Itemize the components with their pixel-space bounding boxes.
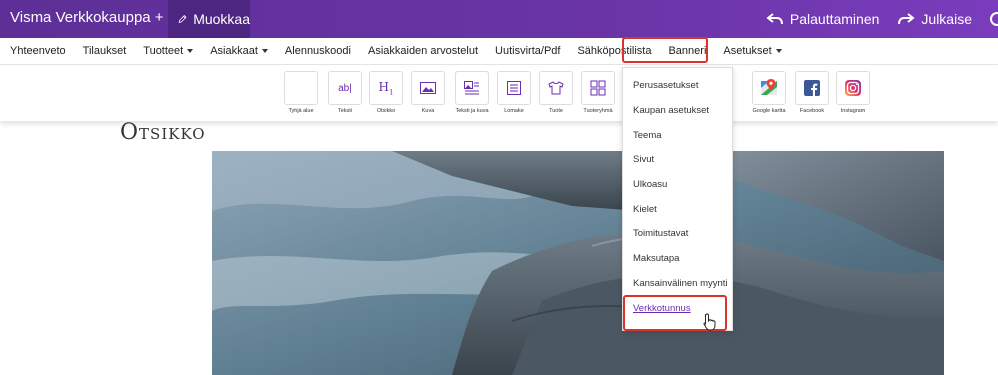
menu-item-sivut[interactable]: Sivut — [633, 154, 654, 165]
active-nav-highlight — [622, 37, 708, 63]
store-selector[interactable]: Visma Verkkokauppa + — [10, 9, 180, 26]
restore-button[interactable]: Palauttaminen — [766, 11, 880, 27]
top-actions: Palauttaminen Julkaise — [766, 0, 998, 38]
caret-down-icon — [187, 49, 194, 53]
image-icon — [411, 71, 445, 105]
edit-label: Muokkaa — [193, 11, 250, 27]
nav-item-label: Tilaukset — [82, 45, 127, 57]
tool-facebook[interactable]: Facebook — [795, 71, 829, 114]
empty-area-icon — [284, 71, 318, 105]
tool-instagram[interactable]: Instagram — [836, 71, 870, 114]
product-icon — [539, 71, 573, 105]
hero-image[interactable] — [212, 151, 944, 375]
tool-text-and-image[interactable]: Teksti ja kuva — [455, 71, 489, 114]
facebook-icon — [795, 71, 829, 105]
publish-button[interactable]: Julkaise — [897, 11, 972, 27]
menu-item-verkkotunnus[interactable]: Verkkotunnus — [633, 303, 691, 314]
store-title: Visma Verkkokauppa + — [10, 9, 164, 26]
heading-icon: H1 — [369, 71, 403, 105]
tool-label: Tyhjä alue — [288, 108, 314, 114]
nav-item-label: Tuotteet — [143, 45, 184, 57]
menu-item-toimitustavat[interactable]: Toimitustavat — [633, 228, 688, 239]
help-icon[interactable] — [990, 12, 998, 26]
nav-item-tilaukset[interactable]: Tilaukset — [83, 45, 127, 57]
tool-text[interactable]: ab| Teksti — [328, 71, 362, 114]
hero-photo — [212, 151, 944, 375]
nav-item-alennuskoodi[interactable]: Alennuskoodi — [285, 45, 351, 57]
nav-item-label: Asiakkaiden arvostelut — [367, 45, 479, 57]
text-and-image-icon — [455, 71, 489, 105]
menu-item-kielet[interactable]: Kielet — [633, 204, 657, 215]
nav-item-tuotteet[interactable]: Tuotteet — [143, 45, 194, 57]
tool-label: Instagram — [840, 108, 866, 114]
nav-item-label: Asetukset — [723, 45, 772, 57]
restore-label: Palauttaminen — [789, 11, 880, 27]
settings-dropdown: Perusasetukset Kaupan asetukset Teema Sivut… — [622, 67, 733, 331]
tool-form[interactable]: Lomake — [497, 71, 531, 114]
tool-label: Tuoteryhmä — [583, 108, 613, 114]
tool-image[interactable]: Kuva — [411, 71, 445, 114]
nav-item-label: Yhteenveto — [10, 45, 66, 57]
nav-item-label: Alennuskoodi — [284, 45, 351, 57]
caret-down-icon — [775, 49, 782, 53]
pencil-icon — [178, 14, 187, 23]
tool-product-group[interactable]: Tuoteryhmä — [581, 71, 615, 114]
nav-item-asetukset[interactable]: Asetukset — [723, 45, 782, 57]
form-icon — [497, 71, 531, 105]
nav-item-asiakkaat[interactable]: Asiakkaat — [210, 45, 268, 57]
top-bar: Visma Verkkokauppa + Muokkaa Palauttamin… — [0, 0, 998, 38]
tool-empty-area[interactable]: Tyhjä alue — [284, 71, 318, 114]
menu-item-kansainvälinen-myynti[interactable]: Kansainvälinen myynti — [633, 278, 728, 289]
tool-heading[interactable]: H1 Otsikko — [369, 71, 403, 114]
nav-item-yhteenveto[interactable]: Yhteenveto — [10, 45, 66, 57]
nav-item-asiakkaiden-arvostelut[interactable]: Asiakkaiden arvostelut — [368, 45, 478, 57]
edit-button[interactable]: Muokkaa — [168, 0, 250, 38]
menu-item-ulkoasu[interactable]: Ulkoasu — [633, 179, 667, 190]
menu-item-kaupan-asetukset[interactable]: Kaupan asetukset — [633, 105, 709, 116]
tool-product[interactable]: Tuote — [539, 71, 573, 114]
tool-glyph: ab| — [338, 82, 352, 94]
tool-google-maps[interactable]: Google kartta — [752, 71, 786, 114]
share-forward-icon — [898, 13, 916, 25]
tool-label: Kuva — [421, 108, 435, 114]
nav-item-label: Uutisvirta/Pdf — [495, 45, 561, 57]
block-toolbar: Tyhjä alue ab| Teksti H1 Otsikko Kuva Teksti j… — [0, 65, 998, 121]
nav-item-uutisvirta-pdf[interactable]: Uutisvirta/Pdf — [495, 45, 560, 57]
menu-item-perusasetukset[interactable]: Perusasetukset — [633, 80, 698, 91]
main-nav: Yhteenveto Tilaukset Tuotteet Asiakkaat Alen… — [0, 38, 998, 65]
caret-down-icon — [261, 49, 268, 53]
page-heading[interactable]: Otsikko — [120, 120, 206, 145]
text-icon: ab| — [328, 71, 362, 105]
nav-item-label: Asiakkaat — [210, 45, 258, 57]
google-maps-icon — [752, 71, 786, 105]
menu-item-maksutapa[interactable]: Maksutapa — [633, 253, 679, 264]
menu-item-teema[interactable]: Teema — [633, 130, 662, 141]
tool-glyph: H1 — [378, 79, 394, 97]
instagram-icon — [836, 71, 870, 105]
undo-icon — [766, 13, 783, 25]
hand-cursor-icon — [703, 313, 716, 331]
publish-label: Julkaise — [921, 11, 972, 27]
product-group-icon — [581, 71, 615, 105]
